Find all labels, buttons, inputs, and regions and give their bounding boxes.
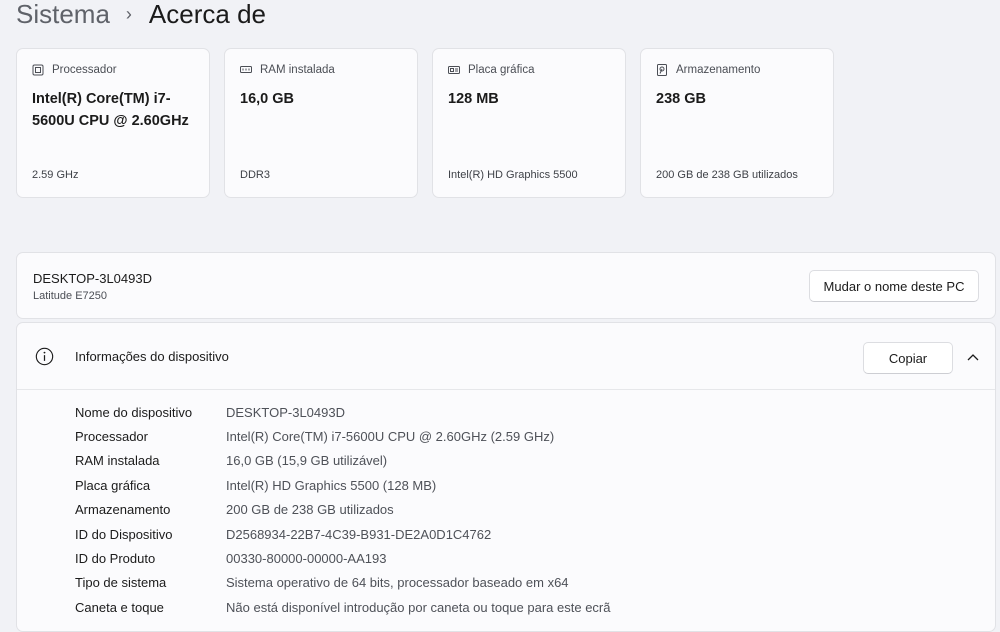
card-header: RAM instalada [240, 64, 335, 76]
spec-label: Tipo de sistema [75, 575, 167, 591]
card-header: Armazenamento [656, 64, 760, 76]
spec-row-pen-touch: Caneta e toque Não está disponível intro… [75, 595, 610, 619]
spec-value: 16,0 GB (15,9 GB utilizável) [226, 453, 388, 469]
processor-icon [32, 64, 44, 76]
card-value: 16,0 GB [240, 91, 294, 107]
pc-model: Latitude E7250 [33, 290, 108, 302]
spec-label: Placa gráfica [75, 477, 151, 493]
page-title: Acerca de [148, 0, 266, 29]
device-info-panel: Informações do dispositivo Copiar Nome d… [16, 322, 996, 632]
spec-label: Armazenamento [75, 502, 171, 518]
breadcrumb-separator-chevron-icon: › [125, 4, 132, 24]
copy-button[interactable]: Copiar [863, 342, 953, 374]
spec-value: 00330-80000-00000-AA193 [226, 551, 387, 567]
info-icon [35, 347, 54, 366]
ram-icon [240, 66, 252, 73]
pc-name-panel: DESKTOP-3L0493D Latitude E7250 Mudar o n… [16, 252, 996, 319]
rename-pc-button[interactable]: Mudar o nome deste PC [809, 270, 979, 302]
ram-card: RAM instalada 16,0 GB DDR3 [224, 48, 418, 198]
breadcrumb: Sistema › Acerca de [16, 0, 266, 32]
pc-name: DESKTOP-3L0493D [33, 271, 152, 286]
breadcrumb-parent-sistema[interactable]: Sistema [16, 0, 110, 30]
spec-label: RAM instalada [75, 453, 160, 469]
spec-value: Não está disponível introdução por canet… [226, 599, 611, 615]
spec-value: 200 GB de 238 GB utilizados [226, 502, 394, 518]
processor-card: Processador Intel(R) Core(TM) i7-5600U C… [16, 48, 210, 198]
graphics-card-icon [448, 66, 460, 74]
spec-row-storage: Armazenamento 200 GB de 238 GB utilizado… [75, 498, 610, 522]
card-label: Processador [52, 64, 117, 76]
spec-row-ram: RAM instalada 16,0 GB (15,9 GB utilizáve… [75, 449, 610, 473]
spec-label: ID do Dispositivo [75, 526, 173, 542]
storage-card: Armazenamento 238 GB 200 GB de 238 GB ut… [640, 48, 834, 198]
card-label: Armazenamento [676, 64, 761, 76]
card-subtext: DDR3 [240, 169, 270, 181]
card-label: RAM instalada [260, 64, 335, 76]
spec-value: D2568934-22B7-4C39-B931-DE2A0D1C4762 [226, 526, 492, 542]
card-subtext: 2.59 GHz [32, 169, 79, 181]
storage-icon [657, 64, 667, 76]
chevron-up-icon[interactable] [967, 353, 979, 361]
spec-row-device-name: Nome do dispositivo DESKTOP-3L0493D [75, 400, 610, 424]
spec-label: Nome do dispositivo [75, 404, 193, 420]
device-info-header[interactable]: Informações do dispositivo Copiar [17, 323, 995, 390]
device-info-title: Informações do dispositivo [75, 349, 229, 364]
spec-row-product-id: ID do Produto 00330-80000-00000-AA193 [75, 546, 610, 570]
graphics-card: Placa gráfica 128 MB Intel(R) HD Graphic… [432, 48, 626, 198]
card-value: Intel(R) Core(TM) i7-5600U CPU @ 2.60GHz [32, 91, 189, 129]
card-value: 128 MB [448, 91, 499, 107]
card-subtext: 200 GB de 238 GB utilizados [656, 169, 798, 181]
spec-label: Caneta e toque [75, 599, 164, 615]
spec-value: DESKTOP-3L0493D [226, 404, 345, 420]
spec-value: Sistema operativo de 64 bits, processado… [226, 575, 569, 591]
spec-label: Processador [75, 429, 148, 445]
card-subtext: Intel(R) HD Graphics 5500 [448, 169, 578, 181]
spec-label: ID do Produto [75, 551, 156, 567]
card-value: 238 GB [656, 91, 706, 107]
spec-value: Intel(R) HD Graphics 5500 (128 MB) [226, 477, 437, 493]
spec-row-graphics: Placa gráfica Intel(R) HD Graphics 5500 … [75, 473, 610, 497]
device-spec-list: Nome do dispositivo DESKTOP-3L0493D Proc… [75, 400, 610, 620]
spec-row-device-id: ID do Dispositivo D2568934-22B7-4C39-B93… [75, 522, 610, 546]
spec-row-processor: Processador Intel(R) Core(TM) i7-5600U C… [75, 424, 610, 448]
spec-value: Intel(R) Core(TM) i7-5600U CPU @ 2.60GHz… [226, 429, 555, 445]
card-header: Processador [32, 64, 117, 76]
card-header: Placa gráfica [448, 64, 534, 76]
spec-row-system-type: Tipo de sistema Sistema operativo de 64 … [75, 571, 610, 595]
card-label: Placa gráfica [468, 64, 535, 76]
